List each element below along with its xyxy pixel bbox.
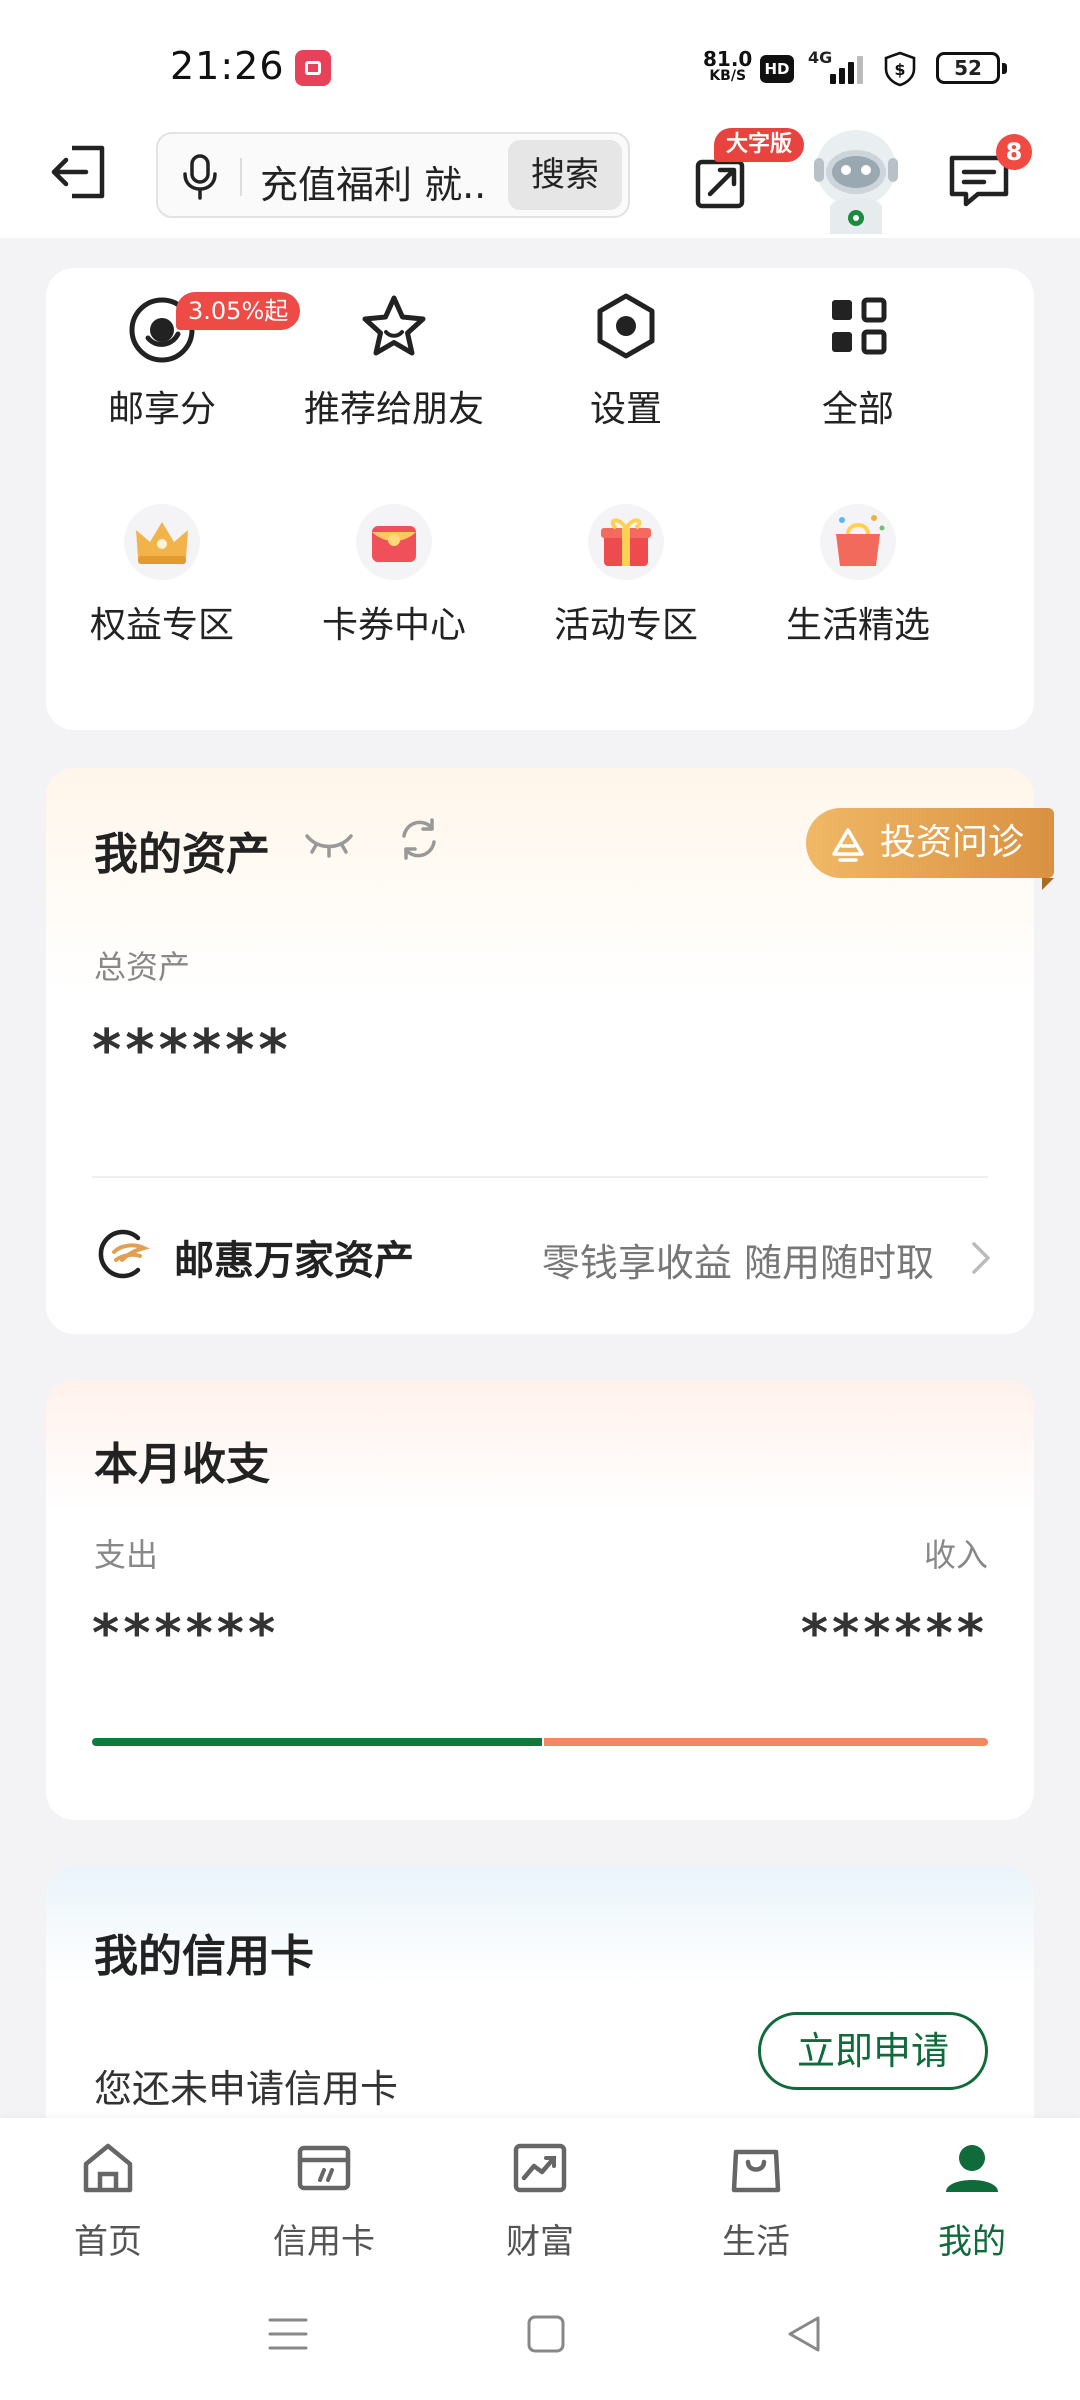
expense-value: ****** (92, 1604, 280, 1664)
expense-bar (92, 1738, 542, 1746)
youhui-assets-title[interactable]: 邮惠万家资产 (174, 1228, 414, 1286)
income-label: 收入 (923, 1536, 988, 1574)
star-icon (362, 295, 426, 356)
my-assets-card: 我的资产 投资问诊 总资产 ****** 邮惠万家资产 零钱享收益 随用随时取 (46, 768, 1054, 1334)
menu-label: 活动专区 (553, 605, 698, 646)
menu-label: 卡券中心 (321, 605, 466, 646)
menu-label: 邮享分 (107, 389, 216, 430)
youhui-logo-icon (98, 1229, 150, 1279)
network-speed: 81.0 KB/S (703, 47, 753, 84)
crown-icon (124, 504, 200, 580)
expense-label: 支出 (94, 1536, 159, 1574)
tab-label: 我的 (938, 2222, 1006, 2262)
credit-desc: 您还未申请信用卡 (94, 2067, 399, 2111)
menu-all[interactable]: 全部 (742, 268, 974, 438)
shopping-bag-icon (820, 504, 896, 580)
search-button[interactable]: 搜索 (508, 140, 622, 210)
search-bar[interactable]: 充值福利 就... 搜索 (156, 132, 630, 218)
robot-assistant-avatar[interactable] (808, 122, 904, 238)
tab-label: 生活 (722, 2222, 790, 2262)
grid-icon (832, 297, 887, 355)
home-square-icon[interactable] (524, 2312, 568, 2356)
assets-title: 我的资产 (94, 829, 270, 880)
chevron-right-icon[interactable] (968, 1238, 994, 1278)
apply-now-button[interactable]: 立即申请 (758, 2012, 988, 2090)
big-font-mode-button[interactable]: 大字版 (688, 128, 805, 216)
gift-icon (588, 504, 664, 580)
menu-youxiangfen[interactable]: 3.05%起 邮享分 (46, 268, 301, 438)
menu-settings[interactable]: 设置 (510, 268, 742, 438)
hd-icon: HD (760, 55, 794, 83)
status-bar: 21:26 81.0 KB/S HD 4G $ 52 (0, 0, 1080, 130)
menu-rights-zone[interactable]: 权益专区 (46, 484, 278, 654)
menu-coupon-center[interactable]: 卡券中心 (278, 484, 510, 654)
vpn-shield-icon: $ (884, 51, 916, 87)
signal-icon: 4G (808, 48, 868, 88)
income-value: ****** (800, 1604, 988, 1664)
divider (92, 1176, 988, 1178)
network-speed-value: 81.0 (703, 47, 753, 71)
messages-button[interactable]: 8 (944, 134, 1032, 214)
credit-title: 我的信用卡 (94, 1931, 314, 1982)
screen-record-icon (295, 50, 331, 86)
tab-label: 首页 (74, 2222, 142, 2262)
bottom-tab-bar: 首页 信用卡 财富 生活 我的 (0, 2118, 1080, 2268)
system-navigation-bar (0, 2268, 1080, 2400)
refresh-icon[interactable] (396, 816, 442, 862)
menu-label: 生活精选 (785, 605, 930, 646)
tab-mine[interactable]: 我的 (864, 2128, 1080, 2262)
network-speed-unit: KB/S (709, 68, 747, 84)
tab-credit-card[interactable]: 信用卡 (216, 2128, 432, 2262)
shopping-bag-icon (731, 2149, 781, 2193)
search-divider (240, 158, 242, 196)
wealth-chart-icon (513, 2143, 567, 2193)
back-triangle-icon[interactable] (782, 2312, 826, 2356)
message-count-badge: 8 (996, 134, 1032, 170)
tab-home[interactable]: 首页 (0, 2128, 216, 2262)
credit-card-icon (297, 2145, 351, 2191)
menu-activity-zone[interactable]: 活动专区 (510, 484, 742, 654)
home-icon (83, 2143, 133, 2193)
menu-label: 推荐给朋友 (303, 389, 484, 430)
microphone-icon[interactable] (180, 154, 220, 200)
tab-life[interactable]: 生活 (648, 2128, 864, 2262)
monthly-title: 本月收支 (94, 1439, 270, 1490)
tab-label: 信用卡 (273, 2222, 375, 2262)
settings-hexagon-icon (597, 293, 655, 359)
menu-label: 设置 (589, 389, 662, 430)
eye-closed-icon[interactable] (304, 828, 354, 858)
menu-life-selection[interactable]: 生活精选 (742, 484, 974, 654)
monthly-income-expense-card[interactable]: 本月收支 支出 收入 ****** ****** (46, 1380, 1034, 1820)
battery-icon: 52 (936, 52, 1007, 84)
total-assets-value: ****** (92, 1018, 292, 1083)
quick-menu-card: 3.05%起 邮享分 推荐给朋友 设置 全部 权益专区 卡券中心 活动专区 生活… (46, 268, 1034, 730)
bell-icon (832, 828, 864, 862)
tab-label: 财富 (506, 2222, 574, 2262)
menu-label: 全部 (821, 389, 894, 430)
invest-diagnosis-button[interactable]: 投资问诊 (806, 808, 1054, 890)
youhui-assets-desc[interactable]: 零钱享收益 随用随时取 (542, 1232, 934, 1287)
big-font-badge: 大字版 (714, 128, 805, 162)
income-bar (544, 1738, 988, 1746)
person-icon (946, 2145, 998, 2192)
search-input[interactable]: 充值福利 就... (260, 154, 490, 209)
invest-label: 投资问诊 (880, 822, 1025, 863)
menu-lines-icon[interactable] (266, 2312, 310, 2356)
menu-recommend-friend[interactable]: 推荐给朋友 (278, 268, 510, 438)
menu-label: 权益专区 (89, 605, 234, 646)
coupon-icon (356, 504, 432, 580)
top-header: 充值福利 就... 搜索 大字版 8 (0, 128, 1080, 238)
svg-text:$: $ (894, 60, 905, 79)
total-assets-label: 总资产 (94, 948, 191, 986)
status-time: 21:26 (170, 44, 285, 88)
tab-wealth[interactable]: 财富 (432, 2128, 648, 2262)
signal-label: 4G (808, 48, 833, 67)
logout-icon[interactable] (46, 140, 110, 204)
